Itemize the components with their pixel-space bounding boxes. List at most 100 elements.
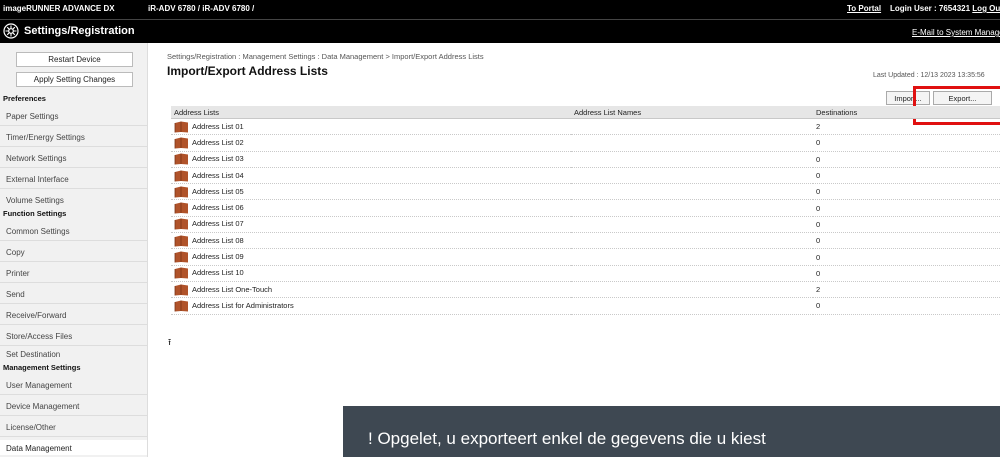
address-list-cell[interactable]: Address List 08 (171, 232, 571, 250)
destinations-cell: 2 (813, 281, 1000, 299)
table-row[interactable]: Address List 03 0 (171, 151, 1000, 168)
table-header-row: Address Lists Address List Names Destina… (171, 106, 1000, 119)
logout-link[interactable]: Log Out (972, 4, 1000, 13)
address-list-cell[interactable]: Address List 02 (171, 134, 571, 152)
sidebar-item-receive-forward[interactable]: Receive/Forward (6, 311, 66, 320)
address-list-name-cell (571, 118, 813, 136)
address-list-name-cell (571, 199, 813, 217)
sidebar-divider (0, 188, 147, 189)
table-row[interactable]: Address List 10 0 (171, 265, 1000, 282)
sidebar-item-data-management[interactable]: Data Management (6, 444, 72, 453)
sidebar-item-license-other[interactable]: License/Other (6, 423, 56, 432)
sidebar-item-send[interactable]: Send (6, 290, 25, 299)
address-list-name-cell (571, 167, 813, 185)
column-header-address-list-names: Address List Names (571, 106, 813, 119)
column-header-address-lists: Address Lists (171, 106, 571, 119)
address-list-label[interactable]: Address List 04 (192, 171, 244, 180)
column-header-destinations: Destinations (813, 106, 1000, 119)
address-book-icon (174, 186, 189, 198)
sidebar-item-set-destination[interactable]: Set Destination (6, 350, 60, 359)
address-list-label[interactable]: Address List 01 (192, 122, 244, 131)
sidebar-divider (0, 125, 147, 126)
destinations-cell: 0 (813, 297, 1000, 315)
sidebar-item-copy[interactable]: Copy (6, 248, 25, 257)
sidebar-divider (0, 436, 147, 437)
sidebar-item-network[interactable]: Network Settings (6, 154, 66, 163)
table-row[interactable]: Address List 09 0 (171, 248, 1000, 266)
apply-setting-changes-button[interactable]: Apply Setting Changes (16, 72, 133, 87)
table-row[interactable]: Address List 02 0 (171, 134, 1000, 152)
email-system-manager-link[interactable]: E-Mail to System Manager (912, 28, 1000, 37)
address-list-name-cell (571, 134, 813, 152)
address-list-cell[interactable]: Address List 07 (171, 216, 571, 234)
address-list-label[interactable]: Address List 10 (192, 268, 244, 277)
address-list-cell[interactable]: Address List 04 (171, 167, 571, 185)
to-top-icon[interactable]: ⭱ (168, 335, 171, 351)
table-row[interactable]: Address List for Administrators 0 (171, 297, 1000, 315)
address-list-name-cell (571, 151, 813, 168)
table-row[interactable]: Address List One-Touch 2 (171, 281, 1000, 299)
sidebar-item-user-management[interactable]: User Management (6, 381, 72, 390)
sidebar-item-paper-settings[interactable]: Paper Settings (6, 112, 58, 121)
product-name: imageRUNNER ADVANCE DX (3, 4, 115, 13)
page-title: Import/Export Address Lists (167, 64, 328, 78)
sidebar-divider (0, 345, 147, 346)
address-list-name-cell (571, 232, 813, 250)
address-book-icon (174, 300, 189, 312)
restart-device-button[interactable]: Restart Device (16, 52, 133, 67)
address-list-cell[interactable]: Address List 05 (171, 183, 571, 201)
sidebar-item-timer-energy[interactable]: Timer/Energy Settings (6, 133, 85, 142)
table-row[interactable]: Address List 01 2 (171, 118, 1000, 136)
address-book-icon (174, 235, 189, 247)
table-row[interactable]: Address List 05 0 (171, 183, 1000, 201)
sidebar-item-printer[interactable]: Printer (6, 269, 30, 278)
address-list-name-cell (571, 297, 813, 315)
address-list-label[interactable]: Address List 05 (192, 187, 244, 196)
to-portal-link[interactable]: To Portal (847, 4, 881, 13)
address-list-label[interactable]: Address List 03 (192, 154, 244, 163)
address-list-cell[interactable]: Address List One-Touch (171, 281, 571, 299)
address-list-cell[interactable]: Address List 09 (171, 248, 571, 266)
address-list-cell[interactable]: Address List 01 (171, 118, 571, 136)
address-list-name-cell (571, 265, 813, 282)
address-list-label[interactable]: Address List 02 (192, 138, 244, 147)
address-list-cell[interactable]: Address List 03 (171, 151, 571, 168)
table-row[interactable]: Address List 06 0 (171, 199, 1000, 217)
address-list-label[interactable]: Address List 07 (192, 219, 244, 228)
destinations-cell: 0 (813, 134, 1000, 152)
address-list-cell[interactable]: Address List 10 (171, 265, 571, 282)
table-row[interactable]: Address List 07 0 (171, 216, 1000, 234)
address-list-label[interactable]: Address List 09 (192, 252, 244, 261)
top-bar: imageRUNNER ADVANCE DX iR-ADV 6780 / iR-… (0, 0, 1000, 43)
login-user: 7654321 (938, 4, 971, 13)
breadcrumb: Settings/Registration : Management Setti… (167, 52, 484, 61)
sidebar-divider (0, 324, 147, 325)
address-list-label[interactable]: Address List for Administrators (192, 301, 294, 310)
address-list-label[interactable]: Address List 06 (192, 203, 244, 212)
address-list-label[interactable]: Address List 08 (192, 236, 244, 245)
sidebar-divider (0, 240, 147, 241)
main-content: Settings/Registration : Management Setti… (148, 43, 1000, 457)
app-title: Settings/Registration (24, 25, 135, 37)
toast-text: ! Opgelet, u exporteert enkel de gegeven… (368, 429, 766, 448)
toast-notification: ! Opgelet, u exporteert enkel de gegeven… (343, 406, 1000, 457)
address-list-cell[interactable]: Address List 06 (171, 199, 571, 217)
destinations-cell: 0 (813, 151, 1000, 168)
gear-icon (3, 23, 19, 39)
sidebar-heading-function-settings: Function Settings (3, 209, 67, 218)
sidebar-item-volume[interactable]: Volume Settings (6, 196, 64, 205)
sidebar-item-external-interface[interactable]: External Interface (6, 175, 69, 184)
table-row[interactable]: Address List 08 0 (171, 232, 1000, 250)
address-list-name-cell (571, 216, 813, 234)
destinations-cell: 2 (813, 118, 1000, 136)
app-title-group: Settings/Registration (3, 23, 135, 39)
sidebar-item-common-settings[interactable]: Common Settings (6, 227, 70, 236)
table-row[interactable]: Address List 04 0 (171, 167, 1000, 185)
address-book-icon (174, 251, 189, 263)
sidebar-item-store-access-files[interactable]: Store/Access Files (6, 332, 72, 341)
sidebar: Restart Device Apply Setting Changes Pre… (0, 43, 148, 457)
sidebar-item-device-management[interactable]: Device Management (6, 402, 79, 411)
address-list-label[interactable]: Address List One-Touch (192, 285, 272, 294)
address-lists-table: Address Lists Address List Names Destina… (171, 106, 1000, 315)
address-list-cell[interactable]: Address List for Administrators (171, 297, 571, 315)
